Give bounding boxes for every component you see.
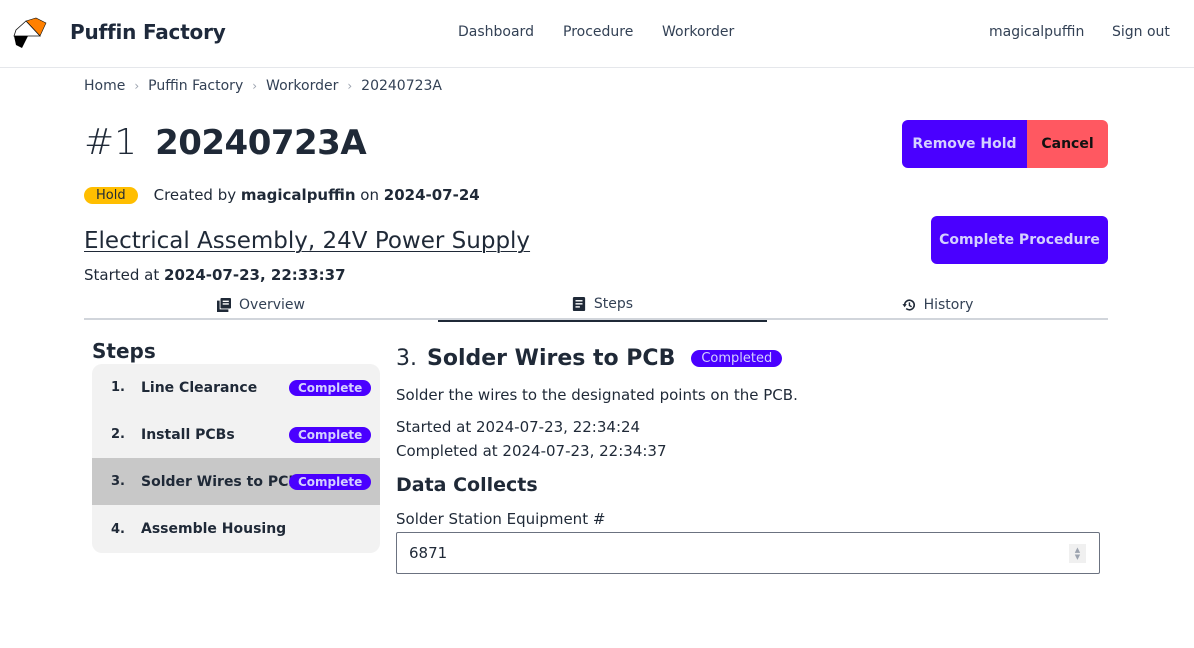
chevron-right-icon: › (134, 79, 140, 93)
step-item[interactable]: 4. Assemble Housing (92, 505, 380, 553)
nav-procedure[interactable]: Procedure (563, 24, 633, 40)
step-name: Assemble Housing (141, 521, 287, 537)
data-collects-heading: Data Collects (396, 474, 538, 496)
step-detail-status-badge: Completed (691, 350, 783, 367)
procedure-link[interactable]: Electrical Assembly, 24V Power Supply (84, 228, 530, 254)
tab-overview[interactable]: Overview (84, 290, 438, 320)
breadcrumb-workorder[interactable]: Workorder (266, 78, 338, 94)
steps-heading: Steps (92, 339, 156, 363)
workorder-meta: Hold Created by magicalpuffin on 2024-07… (84, 186, 480, 204)
complete-procedure-button[interactable]: Complete Procedure (931, 216, 1108, 264)
navbar: Puffin Factory Dashboard Procedure Worko… (0, 0, 1194, 68)
step-name: Install PCBs (141, 426, 235, 443)
cancel-button[interactable]: Cancel (1027, 120, 1108, 168)
breadcrumb-factory[interactable]: Puffin Factory (148, 78, 243, 94)
chevron-right-icon: › (252, 79, 258, 93)
workorder-actions: Remove Hold Cancel (902, 120, 1108, 168)
created-prefix: Created by (153, 186, 237, 204)
created-by: magicalpuffin (240, 186, 356, 204)
created-date: 2024-07-24 (383, 186, 480, 204)
step-number: 4. (111, 522, 125, 537)
nav-workorder[interactable]: Workorder (662, 24, 734, 40)
document-icon (572, 297, 586, 311)
step-name: Solder Wires to PCB (141, 473, 300, 490)
step-description: Solder the wires to the designated point… (396, 386, 798, 404)
step-completed-at: Completed at 2024-07-23, 22:34:37 (396, 442, 667, 460)
breadcrumb-current: 20240723A (361, 78, 442, 94)
step-number: 3. (111, 474, 125, 489)
page-title: #1 20240723A (84, 122, 367, 163)
started-prefix: Started at (84, 266, 160, 284)
step-detail-title: 3. Solder Wires to PCB Completed (396, 346, 783, 371)
step-detail-name: Solder Wires to PCB (427, 346, 676, 371)
nav-user[interactable]: magicalpuffin (989, 24, 1084, 40)
step-item[interactable]: 1. Line Clearance Complete (92, 364, 380, 411)
started-timestamp: 2024-07-23, 22:33:37 (164, 266, 346, 284)
remove-hold-button[interactable]: Remove Hold (902, 120, 1027, 168)
status-badge: Hold (84, 186, 138, 204)
tab-label: Steps (593, 296, 634, 312)
breadcrumb-home[interactable]: Home (84, 78, 125, 94)
step-detail-number: 3. (396, 346, 417, 371)
step-number: 1. (111, 380, 125, 395)
workorder-name: 20240723A (155, 123, 367, 163)
breadcrumb: Home › Puffin Factory › Workorder › 2024… (84, 78, 442, 94)
created-on-prefix: on (360, 186, 379, 204)
history-icon (902, 299, 915, 311)
chevron-down-icon[interactable]: ▼ (1075, 553, 1080, 561)
equipment-number-input[interactable] (396, 532, 1100, 574)
chevron-right-icon: › (347, 79, 353, 93)
tab-history[interactable]: History (767, 290, 1108, 320)
puffin-logo-icon[interactable] (12, 16, 48, 52)
brand-name[interactable]: Puffin Factory (70, 20, 226, 44)
started-at: Started at 2024-07-23, 22:33:37 (84, 266, 346, 284)
tab-label: Overview (239, 297, 305, 313)
workorder-number: #1 (84, 122, 138, 163)
steps-list: 1. Line Clearance Complete 2. Install PC… (92, 364, 380, 553)
sign-out-link[interactable]: Sign out (1112, 24, 1170, 40)
equipment-field-label: Solder Station Equipment # (396, 510, 606, 528)
step-status-badge: Complete (289, 426, 372, 443)
step-started-at: Started at 2024-07-23, 22:34:24 (396, 418, 641, 436)
step-name: Line Clearance (141, 379, 258, 396)
step-status-badge: Complete (289, 473, 372, 490)
tab-label: History (923, 297, 974, 313)
tab-bar: Overview Steps History (84, 290, 1108, 322)
step-item-active[interactable]: 3. Solder Wires to PCB Complete (92, 458, 380, 505)
step-status-badge: Complete (289, 379, 372, 396)
step-item[interactable]: 2. Install PCBs Complete (92, 411, 380, 458)
tab-steps[interactable]: Steps (438, 290, 767, 322)
book-icon (217, 298, 232, 312)
number-spinner[interactable]: ▲ ▼ (1069, 544, 1086, 563)
nav-dashboard[interactable]: Dashboard (458, 24, 534, 40)
step-number: 2. (111, 427, 125, 442)
